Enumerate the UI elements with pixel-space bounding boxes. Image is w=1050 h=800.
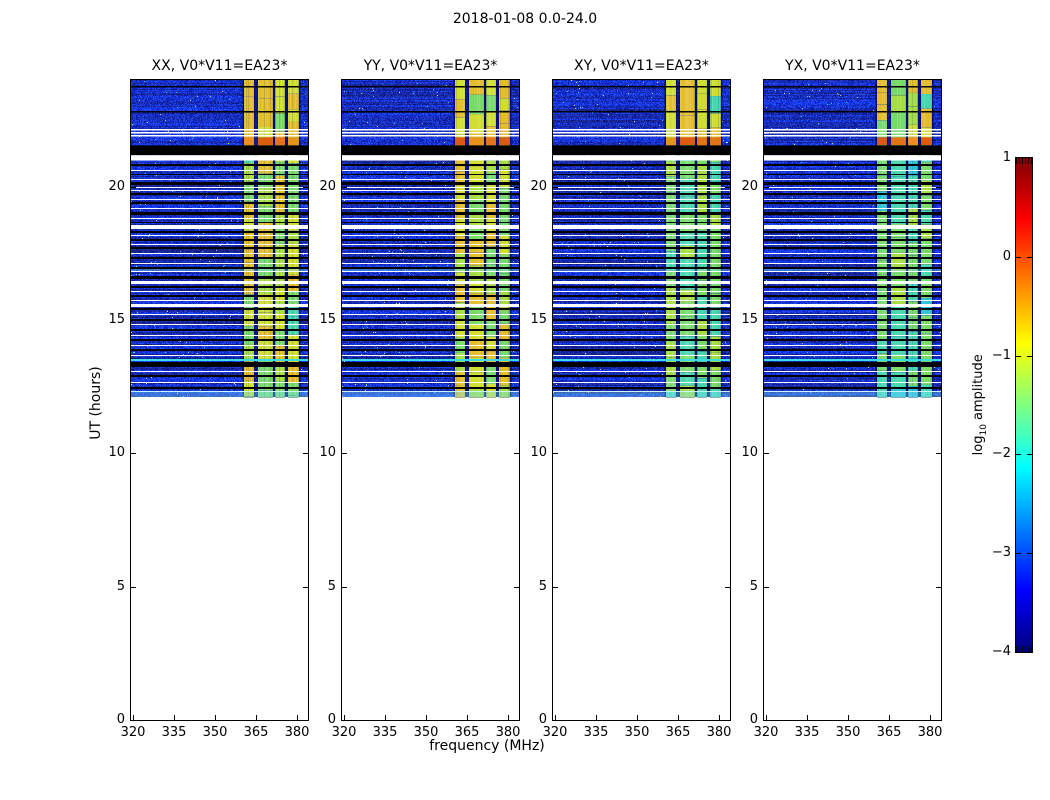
colorbar-tick-label: 1	[1002, 150, 1011, 165]
y-tick-label: 20	[530, 178, 547, 194]
colorbar	[1015, 157, 1033, 653]
figure: 2018-01-08 0.0-24.0 UT (hours) frequency…	[0, 0, 1050, 800]
x-tick-label: 320	[542, 725, 568, 740]
x-tick-label: 350	[624, 725, 650, 740]
colorbar-label-log: log	[971, 435, 987, 456]
x-tick-label: 335	[372, 725, 398, 740]
colorbar-tick-label: −4	[991, 644, 1011, 659]
x-tick-label: 380	[495, 725, 521, 740]
x-tick-label: 320	[331, 725, 357, 740]
colorbar-label: log10 amplitude	[971, 345, 989, 465]
y-tick-label: 5	[749, 578, 758, 594]
y-tick-label: 5	[327, 578, 336, 594]
spectrogram-canvas-xy	[553, 80, 730, 720]
panel-title-xy: XY, V0*V11=EA23*	[574, 58, 709, 74]
x-tick-label: 320	[753, 725, 779, 740]
colorbar-tick-mark	[1016, 553, 1021, 554]
y-tick-label: 20	[108, 178, 125, 194]
panel-title-yx: YX, V0*V11=EA23*	[785, 58, 920, 74]
x-tick-label: 320	[120, 725, 146, 740]
colorbar-tick-mark	[1027, 454, 1032, 455]
x-tick-label: 350	[835, 725, 861, 740]
x-tick-label: 365	[454, 725, 480, 740]
spectrogram-canvas-yy	[342, 80, 519, 720]
x-tick-label: 380	[706, 725, 732, 740]
panel-xx: XX, V0*V11=EA23* 320 335 350 365 380 0 5 10 15 20	[108, 58, 309, 740]
colorbar-tick-mark	[1027, 356, 1032, 357]
panel-xy: XY, V0*V11=EA23* 320 335 350 365 380 0 5 10 15 20	[530, 58, 731, 740]
y-tick-label: 10	[108, 445, 125, 461]
spectrogram-canvas-xx	[131, 80, 308, 720]
spectrogram-canvas-yx	[764, 80, 941, 720]
colorbar-tick-mark	[1027, 257, 1032, 258]
x-axis-label: frequency (MHz)	[429, 738, 545, 754]
panel-title-xx: XX, V0*V11=EA23*	[151, 58, 288, 74]
colorbar-label-rest: amplitude	[971, 354, 987, 425]
x-tick-label: 350	[202, 725, 228, 740]
x-tick-label: 380	[917, 725, 943, 740]
x-tick-label: 365	[665, 725, 691, 740]
x-tick-label: 365	[876, 725, 902, 740]
figure-title: 2018-01-08 0.0-24.0	[452, 11, 598, 27]
x-tick-label: 335	[794, 725, 820, 740]
x-tick-label: 350	[413, 725, 439, 740]
y-tick-label: 0	[538, 712, 547, 727]
colorbar-tick-label: −3	[991, 545, 1011, 561]
y-tick-label: 15	[530, 312, 547, 327]
x-tick-label: 365	[243, 725, 269, 740]
panel-title-yy: YY, V0*V11=EA23*	[363, 58, 498, 74]
y-tick-label: 0	[327, 712, 336, 727]
y-tick-label: 0	[749, 712, 758, 727]
colorbar-tick-mark	[1016, 454, 1021, 455]
x-tick-label: 335	[161, 725, 187, 740]
panel-yx: YX, V0*V11=EA23* 320 335 350 365 380 0 5 10 15 20	[741, 58, 942, 740]
y-tick-label: 10	[530, 445, 547, 461]
panel-yy: YY, V0*V11=EA23* 320 335 350 365 380 0 5 10 15 20	[319, 58, 520, 740]
colorbar-top-hatch-icon	[1016, 158, 1032, 164]
y-tick-label: 5	[116, 578, 125, 594]
colorbar-tick-mark	[1027, 553, 1032, 554]
x-tick-label: 335	[583, 725, 609, 740]
y-tick-label: 15	[319, 312, 336, 327]
colorbar-tick-label: 0	[1002, 248, 1011, 264]
colorbar-bottom-hatch-icon	[1016, 646, 1032, 652]
y-tick-label: 0	[116, 712, 125, 727]
colorbar-tick-mark	[1016, 356, 1021, 357]
colorbar-tick-mark	[1016, 257, 1021, 258]
y-tick-label: 15	[741, 312, 758, 327]
y-tick-label: 5	[538, 578, 547, 594]
y-tick-label: 20	[741, 178, 758, 194]
colorbar-label-sub: 10	[978, 424, 989, 436]
x-tick-label: 380	[284, 725, 310, 740]
y-tick-label: 15	[108, 312, 125, 327]
y-tick-label: 20	[319, 178, 336, 194]
y-tick-label: 10	[319, 445, 336, 461]
y-tick-label: 10	[741, 445, 758, 461]
